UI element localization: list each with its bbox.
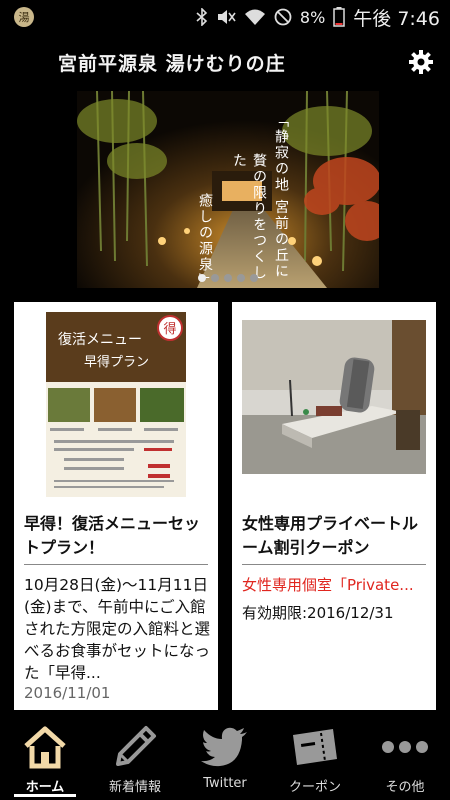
more-dots-icon	[382, 741, 428, 753]
carousel-dot[interactable]	[224, 274, 232, 282]
app-title: 宮前平源泉 湯けむりの庄	[58, 53, 286, 75]
tab-coupon[interactable]: クーポン	[270, 714, 360, 800]
card-image-private-room	[242, 320, 426, 474]
svg-text:湯: 湯	[19, 11, 30, 24]
card-divider	[24, 564, 208, 565]
carousel-dot[interactable]	[250, 274, 258, 282]
banner-caption-line-1: 「静寂の地 宮前の丘に	[273, 113, 289, 280]
coupon-card-private-room[interactable]: 女性専用プライベートルーム割引クーポン 女性専用個室「Private... 有効…	[232, 302, 436, 710]
tab-twitter[interactable]: Twitter	[180, 714, 270, 800]
tab-more[interactable]: その他	[360, 714, 450, 800]
card-title: 女性専用プライベートルーム割引クーポン	[242, 514, 419, 557]
banner-caption: 「静寂の地 宮前の丘に 贅の限りをつくした 癒しの源泉」	[185, 113, 305, 288]
news-card-early-plan[interactable]: 得 復活メニュー 早得プラン 早得！復活メニューセットプラン！ 10月28日(金…	[14, 302, 218, 710]
card-title: 早得！復活メニューセットプラン！	[24, 514, 201, 557]
poster-subheading: 早得プラン	[84, 354, 149, 370]
tab-home[interactable]: ホーム	[0, 714, 90, 800]
card-subtitle: 女性専用個室「Private...	[242, 576, 414, 594]
pencil-icon	[116, 726, 156, 766]
gear-icon[interactable]	[408, 49, 434, 75]
tab-home-label: ホーム	[25, 780, 65, 795]
tab-more-label: その他	[385, 780, 425, 795]
coupon-expiry: 有効期限:2016/12/31	[242, 604, 394, 622]
clock: 午後 7:46	[353, 7, 440, 30]
dnd-icon	[274, 8, 292, 26]
bluetooth-icon	[196, 8, 208, 26]
battery-percent: 8%	[299, 7, 326, 27]
coupon-ticket-icon	[293, 729, 337, 765]
home-icon	[24, 726, 66, 769]
tab-news[interactable]: 新着情報	[90, 714, 180, 800]
notification-logo-icon: 湯	[14, 7, 34, 27]
card-image-poster: 得 復活メニュー 早得プラン	[24, 312, 208, 497]
carousel-dot[interactable]	[237, 274, 245, 282]
poster-badge: 得	[163, 321, 176, 337]
status-bar: 湯 8% 午後 7:46	[0, 0, 450, 34]
card-divider	[242, 564, 426, 565]
banner-caption-line-3: 癒しの源泉」	[197, 193, 213, 288]
card-body: 10月28日(金)〜11月11日(金)まで、午前中にご入館された方限定の入館料と…	[24, 576, 211, 682]
banner-caption-line-2: 贅の限りをつくした	[231, 153, 267, 281]
carousel-indicator	[77, 274, 379, 282]
carousel-dot[interactable]	[211, 274, 219, 282]
tab-news-label: 新着情報	[108, 780, 161, 795]
carousel-dot[interactable]	[198, 274, 206, 282]
banner-carousel[interactable]: 「静寂の地 宮前の丘に 贅の限りをつくした 癒しの源泉」	[77, 91, 379, 288]
tab-twitter-label: Twitter	[203, 776, 247, 791]
mute-icon	[217, 10, 236, 24]
twitter-bird-icon	[201, 727, 247, 767]
wifi-icon	[244, 9, 265, 25]
bottom-tab-bar: ホーム 新着情報 Twitter クーポン その他	[0, 714, 450, 800]
tab-coupon-label: クーポン	[288, 780, 341, 795]
battery-icon	[333, 7, 346, 27]
poster-heading: 復活メニュー	[58, 331, 142, 348]
card-date: 2016/11/01	[24, 684, 111, 702]
